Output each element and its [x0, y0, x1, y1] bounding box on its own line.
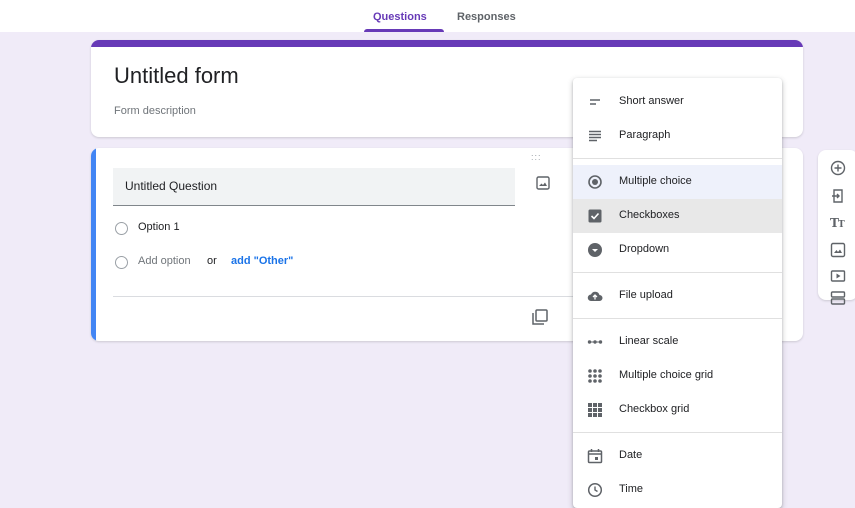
or-text: or [207, 255, 217, 267]
menu-item-multiple-choice-grid[interactable]: Multiple choice grid [573, 359, 782, 393]
clock-icon [587, 482, 603, 498]
add-option-radio [115, 256, 128, 269]
linear-scale-icon [587, 340, 603, 344]
menu-item-file-upload[interactable]: File upload [573, 279, 782, 313]
menu-item-date[interactable]: Date [573, 439, 782, 473]
add-video-icon[interactable] [830, 268, 846, 284]
menu-item-linear-scale[interactable]: Linear scale [573, 325, 782, 359]
import-questions-icon[interactable] [830, 188, 846, 204]
menu-divider [573, 158, 782, 159]
dropdown-icon [588, 243, 602, 257]
menu-item-label: Multiple choice grid [619, 369, 714, 381]
add-image-icon[interactable] [830, 242, 846, 258]
menu-item-label: Multiple choice [619, 175, 692, 187]
form-description[interactable]: Form description [114, 105, 196, 117]
menu-item-multiple-choice[interactable]: Multiple choice [573, 165, 782, 199]
add-image-icon[interactable] [536, 176, 550, 190]
calendar-icon [587, 449, 603, 464]
duplicate-icon[interactable] [531, 308, 549, 326]
radio-grid-icon [588, 369, 602, 383]
menu-item-label: Checkbox grid [619, 403, 690, 415]
question-type-menu: Short answer Paragraph Multiple choice C… [573, 78, 782, 508]
menu-item-paragraph[interactable]: Paragraph [573, 119, 782, 153]
active-tab-indicator [364, 29, 444, 32]
menu-item-dropdown[interactable]: Dropdown [573, 233, 782, 267]
tab-questions[interactable]: Questions [373, 11, 427, 23]
add-other-link[interactable]: add "Other" [231, 255, 293, 267]
menu-item-short-answer[interactable]: Short answer [573, 85, 782, 119]
menu-divider [573, 318, 782, 319]
checkbox-grid-icon [588, 403, 602, 417]
header-accent-bar [91, 40, 803, 47]
menu-item-label: Short answer [619, 95, 684, 107]
add-title-icon[interactable]: T T [830, 214, 846, 230]
drag-handle-icon[interactable]: ::: [531, 152, 542, 162]
checkbox-icon [588, 209, 602, 223]
top-tab-bar: Questions Responses [0, 0, 855, 32]
active-question-bar [91, 148, 96, 341]
menu-item-label: Time [619, 483, 644, 495]
tab-responses[interactable]: Responses [457, 11, 516, 23]
menu-item-label: Date [619, 449, 643, 461]
menu-divider [573, 272, 782, 273]
short-text-icon [590, 99, 600, 105]
add-option-link[interactable]: Add option [138, 255, 191, 267]
option-radio[interactable] [115, 222, 128, 235]
menu-item-label: File upload [619, 289, 673, 301]
cloud-upload-icon [587, 291, 603, 301]
add-section-icon[interactable] [830, 290, 846, 306]
paragraph-icon [589, 130, 601, 142]
option-1-label[interactable]: Option 1 [138, 221, 180, 233]
menu-item-label: Dropdown [619, 243, 670, 255]
menu-item-label: Checkboxes [619, 209, 680, 221]
menu-divider [573, 432, 782, 433]
question-title-field[interactable]: Untitled Question [113, 168, 515, 206]
side-toolbar: T T [818, 150, 855, 305]
menu-item-time[interactable]: Time [573, 473, 782, 507]
add-question-icon[interactable] [830, 160, 846, 176]
svg-text:T: T [838, 220, 845, 230]
question-title: Untitled Question [125, 179, 218, 193]
form-title[interactable]: Untitled form [114, 63, 239, 89]
menu-item-label: Paragraph [619, 129, 671, 141]
menu-item-checkboxes[interactable]: Checkboxes [573, 199, 782, 233]
menu-item-label: Linear scale [619, 335, 679, 347]
menu-item-checkbox-grid[interactable]: Checkbox grid [573, 393, 782, 427]
radio-button-icon [588, 175, 602, 189]
